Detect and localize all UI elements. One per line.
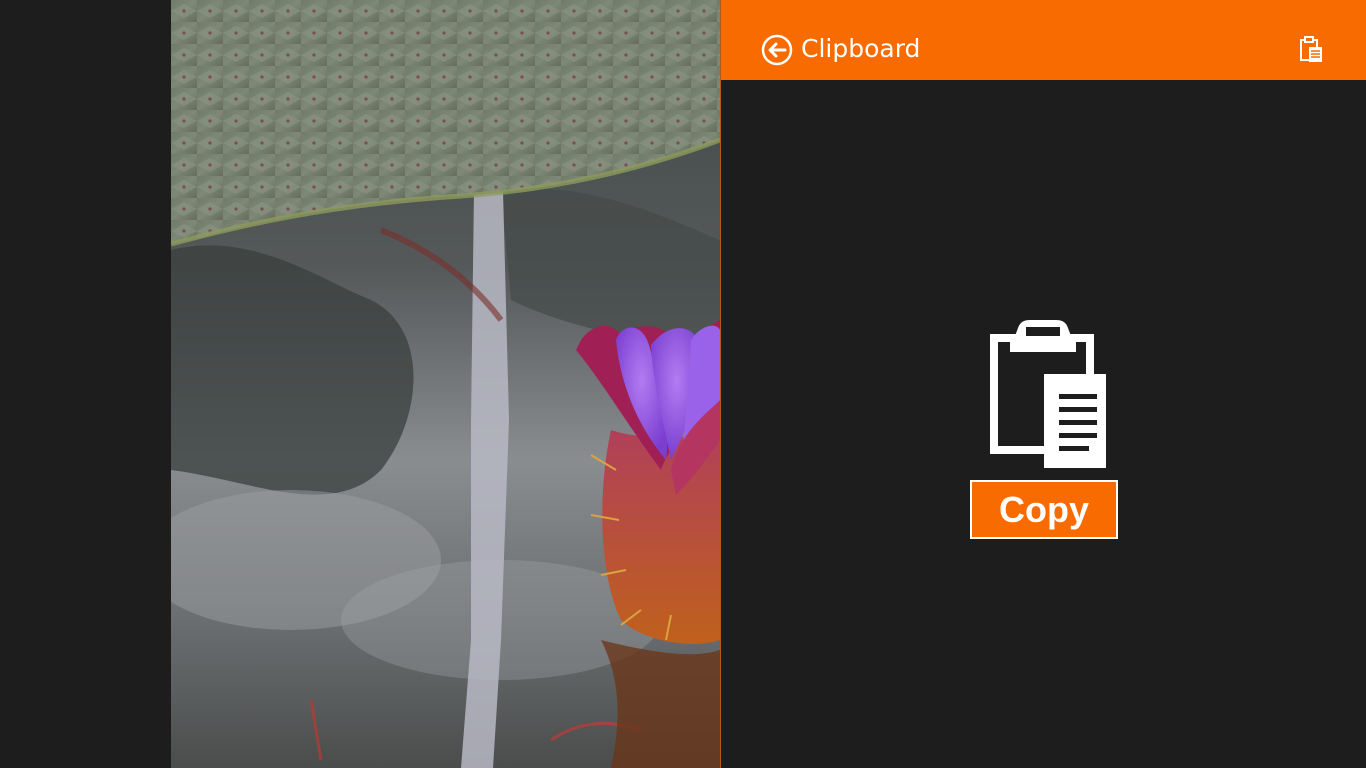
pane-title: Clipboard [801,34,921,63]
back-arrow-circle-icon [761,34,793,66]
clipboard-icon [982,318,1106,468]
clipboard-icon[interactable] [1299,36,1325,64]
back-button[interactable] [761,34,793,66]
clipboard-pane: Clipboard Copy [720,0,1366,768]
pane-header: Clipboard [721,0,1366,80]
pond-photo [171,0,720,768]
pond-photo-image [171,0,720,768]
copy-button[interactable]: Copy [970,480,1118,539]
screen: Clipboard Copy [0,0,1366,768]
